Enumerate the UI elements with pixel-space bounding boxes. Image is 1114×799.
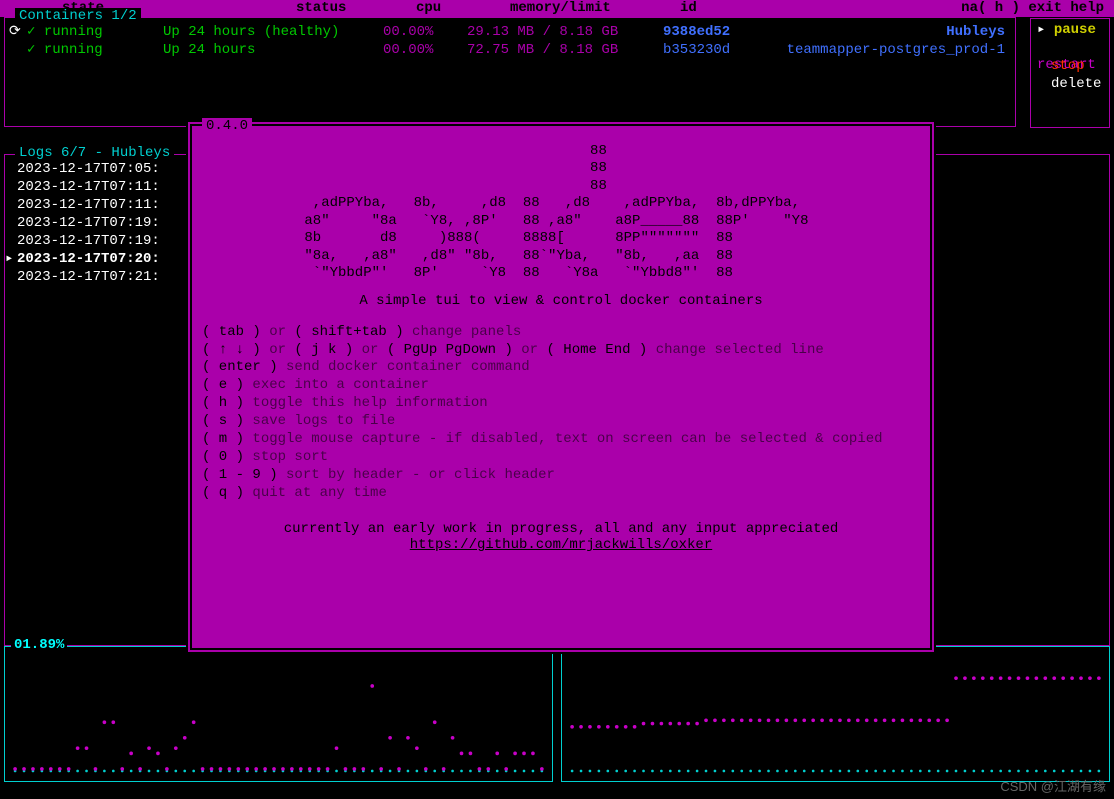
log-timestamp: 2023-12-17T07:05: [17,161,160,177]
log-timestamp: 2023-12-17T07:19: [17,233,160,249]
command-delete[interactable]: delete [1037,76,1103,94]
container-memory: 29.13 MB / 8.18 GB [467,24,618,41]
containers-panel[interactable]: Containers 1/2 ⟳✓ runningUp 24 hours (he… [4,17,1016,127]
help-keybinding: ( q ) quit at any time [202,485,920,503]
container-cpu: 00.00% [383,24,433,41]
help-keybinding: ( e ) exec into a container [202,377,920,395]
log-timestamp: 2023-12-17T07:20: [17,251,160,267]
spinner-icon: ⟳ [9,24,21,41]
help-keybindings: ( tab ) or ( shift+tab ) change panels( … [196,324,926,503]
help-keybinding: ( m ) toggle mouse capture - if disabled… [202,431,920,449]
help-footer-text: currently an early work in progress, all… [196,521,926,538]
mem-sparkline [566,653,1105,775]
container-row[interactable]: ✓ running Up 24 hours 00.00% 72.75 MB / 8.1… [5,42,1015,60]
container-state: ✓ running [27,42,103,59]
graph-panels: 01.89% 30.75 MB [4,646,1110,782]
help-keybinding: ( tab ) or ( shift+tab ) change panels [202,324,920,342]
log-timestamp: 2023-12-17T07:11: [17,179,160,195]
mem-graph: 30.75 MB [561,646,1110,782]
container-name: teammapper-postgres_prod-1 [787,42,1005,59]
container-state: ✓ running [27,24,103,41]
container-row[interactable]: ⟳ ✓ running Up 24 hours (healthy) 00.00% 29.… [5,24,1015,42]
container-status: Up 24 hours (healthy) [163,24,339,41]
header-col-status[interactable]: status [296,0,346,17]
command-pause[interactable]: ▸ pause [1037,22,1103,40]
watermark: CSDN @江湖有缘 [1000,779,1106,795]
container-id: b353230d [663,42,730,59]
header-col-memory[interactable]: memory/limit [510,0,611,17]
help-keybinding: ( ↑ ↓ ) or ( j k ) or ( PgUp PgDown ) or… [202,342,920,360]
container-id: 9388ed52 [663,24,730,41]
cpu-graph: 01.89% [4,646,553,782]
help-version: 0.4.0 [202,118,252,134]
header-bar[interactable]: state status cpu memory/limit id na( h )… [0,0,1114,17]
header-col-id[interactable]: id [680,0,697,17]
help-url[interactable]: https://github.com/mrjackwills/oxker [410,537,712,553]
caret-icon: ▸ [5,251,13,268]
container-memory: 72.75 MB / 8.18 GB [467,42,618,59]
header-exit-help[interactable]: na( h ) exit help [961,0,1104,17]
help-keybinding: ( 1 - 9 ) sort by header - or click head… [202,467,920,485]
container-name: Hubleys [946,24,1005,41]
containers-title: Containers 1/2 [15,8,141,25]
help-keybinding: ( enter ) send docker container command [202,359,920,377]
help-subtitle: A simple tui to view & control docker co… [196,293,926,310]
log-timestamp: 2023-12-17T07:19: [17,215,160,231]
help-footer: currently an early work in progress, all… [196,521,926,555]
log-timestamp: 2023-12-17T07:11: [17,197,160,213]
cpu-graph-label: 01.89% [11,637,67,654]
container-cpu: 00.00% [383,42,433,59]
header-col-cpu[interactable]: cpu [416,0,441,17]
log-timestamp: 2023-12-17T07:21: [17,269,160,285]
caret-icon: ▸ [1037,22,1054,38]
container-status: Up 24 hours [163,42,255,59]
help-ascii-logo: 88 88 88 ,adPPYba, 8b, ,d8 88 ,d8 ,adPPY… [196,143,926,283]
help-keybinding: ( 0 ) stop sort [202,449,920,467]
cpu-sparkline [9,653,548,775]
help-dialog: 0.4.0 88 88 88 ,adPPYba, 8b, ,d8 88 ,d8 … [186,120,936,654]
commands-panel[interactable]: ▸ pauserestartstopdelete [1030,18,1110,128]
help-keybinding: ( s ) save logs to file [202,413,920,431]
help-keybinding: ( h ) toggle this help information [202,395,920,413]
command-restart[interactable]: restart [1037,40,1103,58]
